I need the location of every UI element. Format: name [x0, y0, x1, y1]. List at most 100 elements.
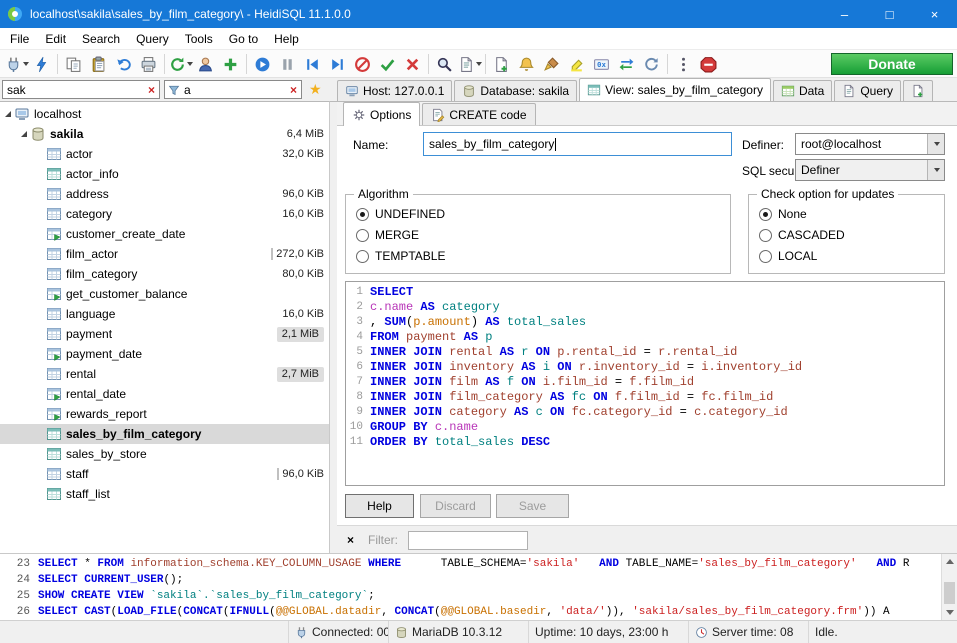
- menu-item-help[interactable]: Help: [266, 28, 307, 50]
- record-first-button[interactable]: [300, 52, 325, 76]
- menu-item-tools[interactable]: Tools: [177, 28, 221, 50]
- tab-view[interactable]: View: sales_by_film_category: [579, 78, 771, 101]
- tree-item-staff_list[interactable]: staff_list: [0, 484, 329, 504]
- help-button[interactable]: Help: [345, 494, 414, 518]
- favorites-filter-button[interactable]: ★: [309, 81, 322, 98]
- highlight-button[interactable]: [564, 52, 589, 76]
- tab-host[interactable]: Host: 127.0.0.1: [337, 80, 452, 101]
- sql-security-combobox[interactable]: Definer: [795, 159, 945, 181]
- cancel-operation-button[interactable]: [350, 52, 375, 76]
- table-filter-input[interactable]: sak ×: [2, 80, 160, 99]
- tree-item-film_actor[interactable]: film_actor272,0 KiB: [0, 244, 329, 264]
- scroll-down-icon[interactable]: [942, 605, 957, 620]
- table-filter-clear-button[interactable]: ×: [144, 83, 159, 97]
- menu-item-go-to[interactable]: Go to: [221, 28, 266, 50]
- tree-item-actor[interactable]: actor32,0 KiB: [0, 144, 329, 164]
- tab-label: Query: [860, 84, 893, 98]
- tree-item-rewards_report[interactable]: rewards_report: [0, 404, 329, 424]
- tree-item-get_customer_balance[interactable]: get_customer_balance: [0, 284, 329, 304]
- scroll-thumb[interactable]: [944, 582, 955, 604]
- tree-item-actor_info[interactable]: actor_info: [0, 164, 329, 184]
- sql-editor[interactable]: 1SELECT2c.name AS category3, SUM(p.amoun…: [345, 281, 945, 486]
- stop-button[interactable]: [696, 52, 721, 76]
- reconnect-button[interactable]: [639, 52, 664, 76]
- record-last-button[interactable]: [325, 52, 350, 76]
- filter-close-button[interactable]: ×: [347, 533, 354, 547]
- tree-item-address[interactable]: address96,0 KiB: [0, 184, 329, 204]
- menubar: FileEditSearchQueryToolsGo toHelp: [0, 28, 957, 50]
- apply-changes-button[interactable]: [375, 52, 400, 76]
- sql-security-dropdown-button[interactable]: [927, 160, 944, 180]
- execute-button[interactable]: [250, 52, 275, 76]
- session-manager-button[interactable]: [4, 52, 29, 76]
- tree-item-payment[interactable]: payment2,1 MiB: [0, 324, 329, 344]
- tab-create-code[interactable]: CREATE code: [422, 103, 535, 125]
- tree-item-category[interactable]: category16,0 KiB: [0, 204, 329, 224]
- tree-item-language[interactable]: language16,0 KiB: [0, 304, 329, 324]
- tree-item-payment_date[interactable]: payment_date: [0, 344, 329, 364]
- tree-item-rental_date[interactable]: rental_date: [0, 384, 329, 404]
- close-button[interactable]: ×: [912, 0, 957, 28]
- highlight-icon: [568, 56, 585, 73]
- tree-item-customer_create_date[interactable]: customer_create_date: [0, 224, 329, 244]
- database-filter-clear-button[interactable]: ×: [286, 83, 301, 97]
- tree-item-sales_by_film_category[interactable]: sales_by_film_category: [0, 424, 329, 444]
- definer-combobox[interactable]: root@localhost: [795, 133, 945, 155]
- new-query-tab-button[interactable]: [489, 52, 514, 76]
- tab-data[interactable]: Data: [773, 80, 832, 101]
- tree-item-localhost[interactable]: localhost: [0, 104, 329, 124]
- tree-item-rental[interactable]: rental2,7 MiB: [0, 364, 329, 384]
- definer-dropdown-button[interactable]: [927, 134, 944, 154]
- create-new-button[interactable]: [218, 52, 243, 76]
- find-text-button[interactable]: [432, 52, 457, 76]
- notifications-button[interactable]: [514, 52, 539, 76]
- log-scrollbar[interactable]: [941, 554, 957, 620]
- expander-expanded-icon[interactable]: [2, 108, 14, 120]
- maximize-button[interactable]: □: [867, 0, 912, 28]
- filter-input[interactable]: [408, 531, 528, 550]
- save-button[interactable]: Save: [496, 494, 569, 518]
- paste-button[interactable]: [86, 52, 111, 76]
- tab-options[interactable]: Options: [343, 102, 420, 126]
- tab-query[interactable]: Query: [834, 80, 901, 101]
- more-options-button[interactable]: [671, 52, 696, 76]
- radio-none[interactable]: None: [759, 207, 845, 221]
- swap-direction-button[interactable]: [614, 52, 639, 76]
- tab-database[interactable]: Database: sakila: [454, 80, 577, 101]
- reformat-sql-button[interactable]: [539, 52, 564, 76]
- menu-item-edit[interactable]: Edit: [37, 28, 74, 50]
- minimize-button[interactable]: –: [822, 0, 867, 28]
- radio-local[interactable]: LOCAL: [759, 249, 845, 263]
- user-manager-button[interactable]: [193, 52, 218, 76]
- tree-splitter[interactable]: [330, 101, 337, 553]
- radio-temptable[interactable]: TEMPTABLE: [356, 249, 445, 263]
- tree-item-sales_by_store[interactable]: sales_by_store: [0, 444, 329, 464]
- hex-view-button[interactable]: 0x: [589, 52, 614, 76]
- copy-button[interactable]: [61, 52, 86, 76]
- discard-changes-button[interactable]: [400, 52, 425, 76]
- database-filter-input[interactable]: a ×: [164, 80, 302, 99]
- disconnect-button[interactable]: [29, 52, 54, 76]
- sql-log-lines: 23SELECT * FROM information_schema.KEY_C…: [0, 556, 957, 620]
- scroll-up-icon[interactable]: [942, 554, 957, 569]
- radio-merge[interactable]: MERGE: [356, 228, 445, 242]
- print-button[interactable]: [136, 52, 161, 76]
- tree-item-film_category[interactable]: film_category80,0 KiB: [0, 264, 329, 284]
- status-text: Idle.: [815, 625, 838, 639]
- donate-button[interactable]: Donate: [831, 53, 953, 75]
- menu-item-search[interactable]: Search: [74, 28, 128, 50]
- tree-item-sakila[interactable]: sakila6,4 MiB: [0, 124, 329, 144]
- menu-item-query[interactable]: Query: [128, 28, 177, 50]
- menu-item-file[interactable]: File: [2, 28, 37, 50]
- tree-item-staff[interactable]: staff96,0 KiB: [0, 464, 329, 484]
- discard-button[interactable]: Discard: [420, 494, 491, 518]
- undo-button[interactable]: [111, 52, 136, 76]
- expander-expanded-icon[interactable]: [18, 128, 30, 140]
- tab-new-query[interactable]: [903, 80, 933, 101]
- radio-undefined[interactable]: UNDEFINED: [356, 207, 445, 221]
- refresh-button[interactable]: [168, 52, 193, 76]
- radio-cascaded[interactable]: CASCADED: [759, 228, 845, 242]
- run-query-button[interactable]: [457, 52, 482, 76]
- name-input[interactable]: sales_by_film_category: [423, 132, 732, 156]
- pause-button[interactable]: [275, 52, 300, 76]
